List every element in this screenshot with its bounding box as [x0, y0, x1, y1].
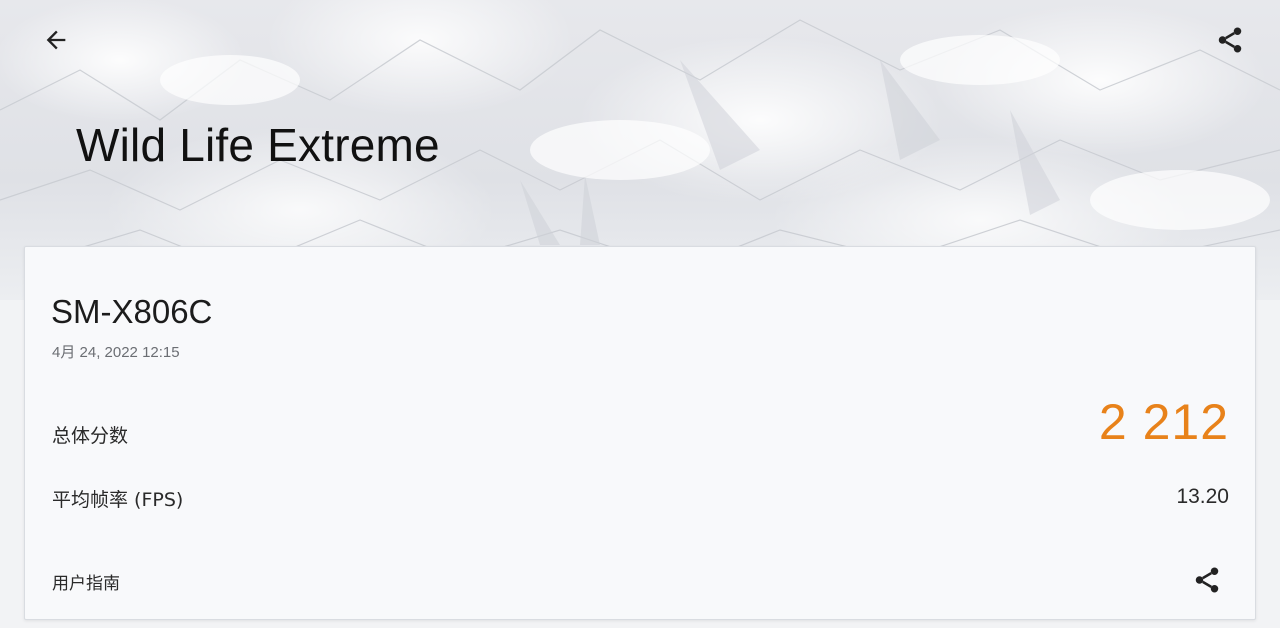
- share-icon: [1218, 27, 1242, 53]
- arrow-left-icon: [46, 30, 66, 50]
- average-fps-label: 平均帧率 (FPS): [52, 489, 184, 511]
- overall-score-label: 总体分数: [52, 425, 129, 447]
- benchmark-result-screen: Wild Life Extreme SM-X806C 4月 24, 2022 1…: [0, 0, 1280, 628]
- share-button[interactable]: [1210, 20, 1250, 60]
- device-name: SM-X806C: [51, 293, 213, 330]
- average-fps-value: 13.20: [1176, 485, 1229, 508]
- result-timestamp: 4月 24, 2022 12:15: [52, 344, 180, 361]
- result-card: SM-X806C 4月 24, 2022 12:15 总体分数 2 212 平均…: [24, 246, 1256, 620]
- user-guide-link[interactable]: 用户指南: [52, 569, 120, 594]
- overall-score-value: 2 212: [1098, 394, 1229, 450]
- page-title: Wild Life Extreme: [76, 119, 440, 171]
- back-button[interactable]: [36, 22, 76, 58]
- share-guide-button[interactable]: [1187, 561, 1227, 599]
- share-icon: [1195, 567, 1219, 593]
